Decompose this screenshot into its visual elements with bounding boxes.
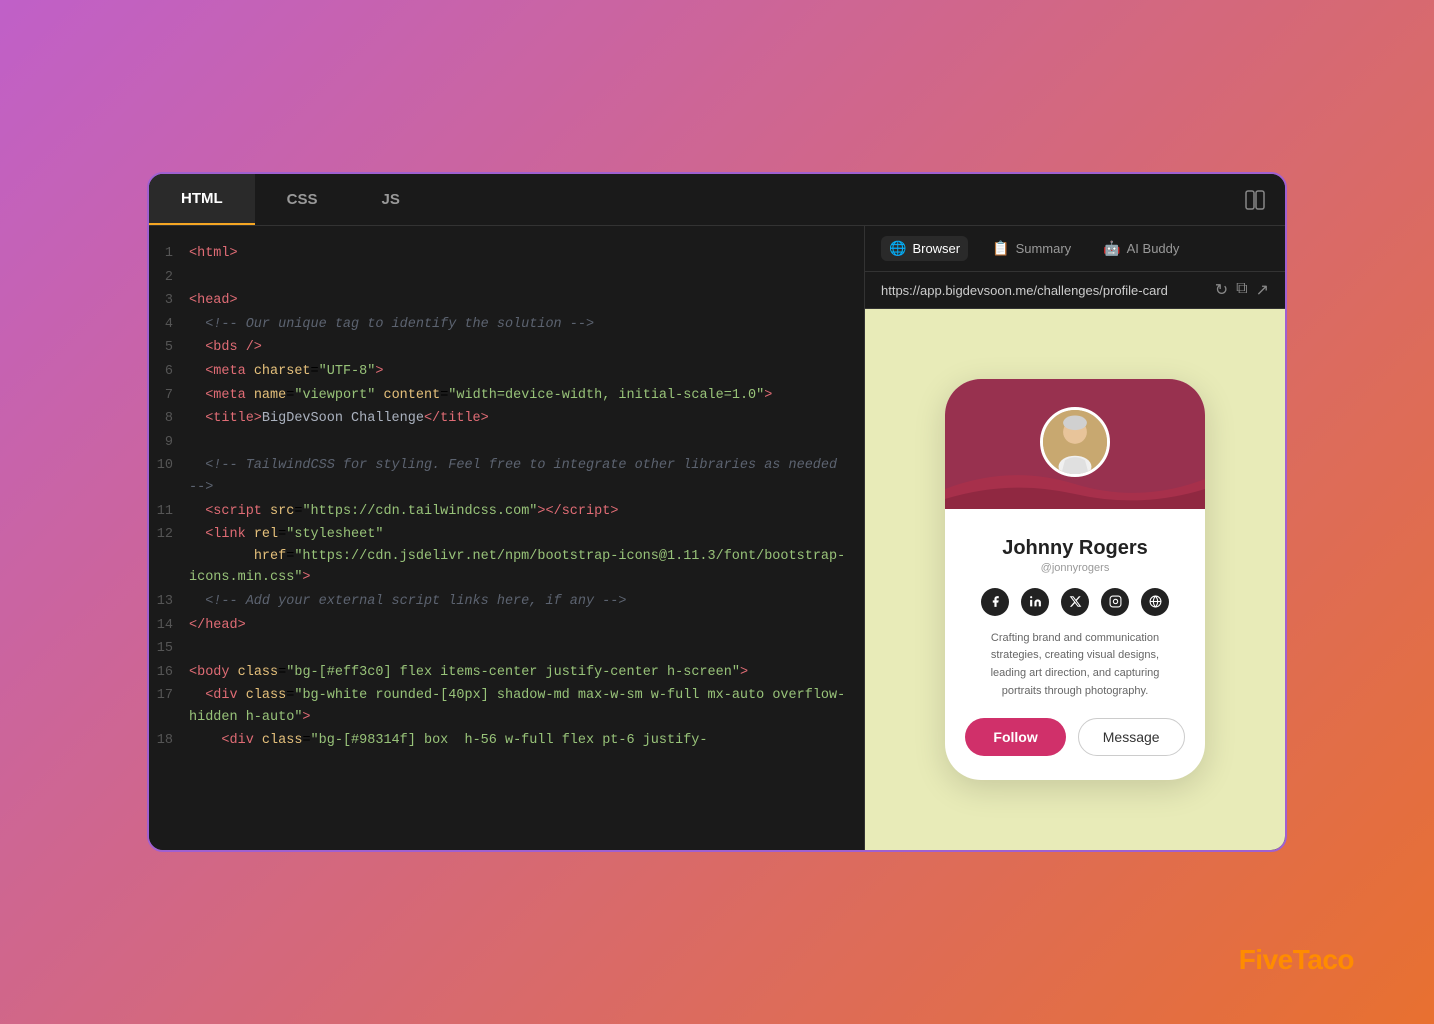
preview-area: Johnny Rogers @jonnyrogers bbox=[865, 309, 1285, 850]
browser-tab-bar: 🌐 Browser 📋 Summary 🤖 AI Buddy bbox=[865, 226, 1285, 272]
refresh-icon[interactable]: ↻ bbox=[1215, 280, 1228, 300]
linkedin-icon[interactable] bbox=[1021, 588, 1049, 616]
code-line-6: 6 <meta charset="UTF-8"> bbox=[149, 360, 864, 384]
globe-icon: 🌐 bbox=[889, 240, 906, 257]
card-body: Johnny Rogers @jonnyrogers bbox=[945, 509, 1205, 780]
toggle-icon[interactable] bbox=[1225, 174, 1285, 225]
code-line-5: 5 <bds /> bbox=[149, 336, 864, 360]
main-window: HTML CSS JS 1 <html> 2 3 <hea bbox=[147, 172, 1287, 852]
code-line-16: 16 <body class="bg-[#eff3c0] flex items-… bbox=[149, 661, 864, 685]
social-icons bbox=[981, 588, 1169, 616]
code-line-9: 9 bbox=[149, 431, 864, 455]
code-line-18: 18 <div class="bg-[#98314f] box h-56 w-f… bbox=[149, 729, 864, 753]
browser-tab-browser[interactable]: 🌐 Browser bbox=[881, 236, 968, 261]
message-button[interactable]: Message bbox=[1078, 718, 1185, 756]
copy-icon[interactable]: ⧉ bbox=[1236, 280, 1247, 300]
card-actions: Follow Message bbox=[965, 718, 1185, 756]
code-line-14: 14 </head> bbox=[149, 614, 864, 638]
code-line-4: 4 <!-- Our unique tag to identify the so… bbox=[149, 313, 864, 337]
tab-css[interactable]: CSS bbox=[255, 174, 350, 225]
code-line-8: 8 <title>BigDevSoon Challenge</title> bbox=[149, 407, 864, 431]
code-line-15: 15 bbox=[149, 637, 864, 661]
code-line-1: 1 <html> bbox=[149, 242, 864, 266]
code-line-12: 12 <link rel="stylesheet" href="https://… bbox=[149, 523, 864, 590]
profile-name: Johnny Rogers bbox=[1002, 537, 1148, 560]
code-line-13: 13 <!-- Add your external script links h… bbox=[149, 590, 864, 614]
avatar bbox=[1040, 407, 1110, 477]
left-tabs: HTML CSS JS bbox=[149, 174, 687, 225]
code-line-7: 7 <meta name="viewport" content="width=d… bbox=[149, 384, 864, 408]
globe-social-icon[interactable] bbox=[1141, 588, 1169, 616]
profile-username: @jonnyrogers bbox=[1041, 562, 1110, 574]
profile-card: Johnny Rogers @jonnyrogers bbox=[945, 379, 1205, 780]
browser-tab-label: Browser bbox=[912, 241, 960, 256]
address-icons: ↻ ⧉ ↗ bbox=[1215, 280, 1269, 300]
profile-bio: Crafting brand and communication strateg… bbox=[965, 630, 1185, 700]
external-link-icon[interactable]: ↗ bbox=[1256, 280, 1269, 300]
ai-tab-label: AI Buddy bbox=[1127, 241, 1180, 256]
summary-tab-label: Summary bbox=[1016, 241, 1072, 256]
summary-icon: 📋 bbox=[992, 240, 1009, 257]
fivetaco-logo: FiveTaco bbox=[1239, 944, 1354, 976]
code-line-2: 2 bbox=[149, 266, 864, 290]
fivetaco-white-text: Five bbox=[1239, 944, 1293, 975]
twitter-x-icon[interactable] bbox=[1061, 588, 1089, 616]
tab-js[interactable]: JS bbox=[350, 174, 432, 225]
ai-icon: 🤖 bbox=[1103, 240, 1120, 257]
browser-tab-ai-buddy[interactable]: 🤖 AI Buddy bbox=[1095, 236, 1187, 261]
facebook-icon[interactable] bbox=[981, 588, 1009, 616]
code-line-3: 3 <head> bbox=[149, 289, 864, 313]
card-header bbox=[945, 379, 1205, 509]
avatar-image bbox=[1043, 410, 1107, 474]
code-pane: 1 <html> 2 3 <head> 4 <!-- Our unique ta… bbox=[149, 226, 865, 850]
instagram-icon[interactable] bbox=[1101, 588, 1129, 616]
address-bar-row: ↻ ⧉ ↗ bbox=[865, 272, 1285, 309]
browser-tab-summary[interactable]: 📋 Summary bbox=[984, 236, 1079, 261]
code-line-17: 17 <div class="bg-white rounded-[40px] s… bbox=[149, 684, 864, 729]
tab-bar: HTML CSS JS bbox=[149, 174, 1285, 226]
code-line-11: 11 <script src="https://cdn.tailwindcss.… bbox=[149, 500, 864, 524]
tab-html[interactable]: HTML bbox=[149, 174, 255, 225]
content-area: 1 <html> 2 3 <head> 4 <!-- Our unique ta… bbox=[149, 226, 1285, 850]
browser-pane: 🌐 Browser 📋 Summary 🤖 AI Buddy ↻ ⧉ bbox=[865, 226, 1285, 850]
address-bar[interactable] bbox=[881, 283, 1205, 298]
follow-button[interactable]: Follow bbox=[965, 718, 1065, 756]
code-line-10: 10 <!-- TailwindCSS for styling. Feel fr… bbox=[149, 454, 864, 499]
fivetaco-orange-text: Taco bbox=[1293, 944, 1354, 975]
